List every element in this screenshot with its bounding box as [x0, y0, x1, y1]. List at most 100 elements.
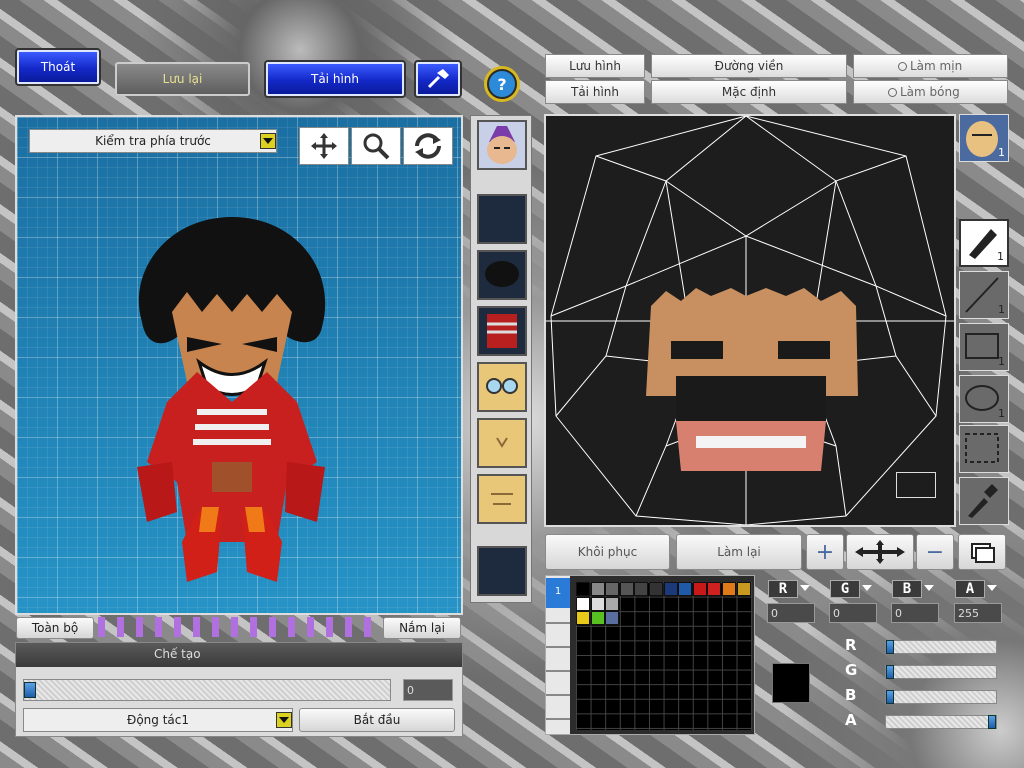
view-select-dropdown-button[interactable]: [260, 133, 276, 149]
tool-eyedropper[interactable]: [959, 477, 1009, 525]
save-image-button[interactable]: Lưu hình: [545, 54, 645, 78]
color-swatch[interactable]: [605, 611, 620, 626]
color-swatch[interactable]: [576, 582, 590, 596]
pan-button[interactable]: [846, 534, 914, 570]
chevron-down-icon[interactable]: [987, 585, 997, 591]
color-swatch[interactable]: [590, 582, 605, 596]
view-select[interactable]: Kiểm tra phía trước: [29, 129, 277, 153]
color-swatch[interactable]: [619, 582, 634, 596]
color-swatch[interactable]: [692, 582, 707, 596]
color-swatch[interactable]: [707, 582, 722, 596]
r-slider-knob[interactable]: [886, 640, 894, 654]
tool-rectangle[interactable]: 1: [959, 323, 1009, 371]
exit-button[interactable]: Thoát: [17, 50, 99, 84]
g-value[interactable]: 0: [829, 603, 877, 623]
chevron-down-icon[interactable]: [800, 585, 810, 591]
color-palette[interactable]: 1: [545, 575, 755, 735]
tool-ellipse[interactable]: 1: [959, 375, 1009, 423]
smooth-radio[interactable]: [898, 61, 907, 71]
tool-count: 1: [998, 146, 1005, 159]
layer-button[interactable]: [958, 534, 1006, 570]
b-slider-knob[interactable]: [886, 690, 894, 704]
g-slider-knob[interactable]: [886, 665, 894, 679]
gloss-option[interactable]: Làm bóng: [853, 80, 1008, 104]
current-color-swatch: [772, 663, 810, 703]
character-model[interactable]: [127, 212, 347, 597]
color-swatch[interactable]: [736, 582, 751, 596]
a-value[interactable]: 255: [954, 603, 1002, 623]
color-swatch[interactable]: [576, 611, 590, 626]
part-thumb-body[interactable]: [477, 306, 527, 356]
g-channel-label: G: [830, 580, 860, 598]
color-swatch[interactable]: [590, 596, 605, 611]
color-swatch[interactable]: [649, 582, 663, 596]
frame-ticks[interactable]: [98, 617, 378, 637]
smooth-label: Làm mịn: [910, 59, 963, 73]
part-thumb-face-b[interactable]: [477, 474, 527, 524]
build-title: Chế tạo: [154, 647, 201, 661]
motion-select-value: Động tác1: [127, 713, 189, 727]
view-select-value: Kiểm tra phía trước: [95, 134, 211, 148]
a-slider-knob[interactable]: [988, 715, 996, 729]
part-thumb-head[interactable]: [477, 120, 527, 170]
swatch-grid[interactable]: [576, 582, 752, 730]
b-value[interactable]: 0: [891, 603, 939, 623]
head-icon: [487, 126, 517, 164]
rotate-button[interactable]: [403, 127, 453, 165]
chevron-down-icon: [263, 138, 273, 144]
color-swatch[interactable]: [576, 596, 590, 611]
smooth-option[interactable]: Làm mịn: [853, 54, 1008, 78]
palette-tab-active[interactable]: 1: [546, 578, 570, 608]
restore-button[interactable]: Khôi phục: [545, 534, 670, 570]
tool-line[interactable]: 1: [959, 271, 1009, 319]
start-button[interactable]: Bắt đầu: [299, 708, 455, 732]
gloss-radio[interactable]: [888, 87, 897, 97]
build-progress-knob[interactable]: [24, 682, 36, 698]
tool-face-thumb[interactable]: 1: [959, 114, 1009, 162]
r-slider[interactable]: [885, 640, 997, 654]
motion-select-dropdown-button[interactable]: [276, 712, 292, 728]
texture-canvas[interactable]: [544, 114, 956, 527]
outline-button[interactable]: Đường viền: [651, 54, 847, 78]
a-slider[interactable]: [885, 715, 997, 729]
all-button[interactable]: Toàn bộ: [16, 617, 94, 639]
r-value[interactable]: 0: [767, 603, 815, 623]
move-button[interactable]: [299, 127, 349, 165]
build-title-bar: Chế tạo: [16, 643, 462, 667]
load-image-button[interactable]: Tải hình: [545, 80, 645, 104]
zoom-out-button[interactable]: −: [916, 534, 954, 570]
color-swatch[interactable]: [722, 582, 736, 596]
motion-select[interactable]: Động tác1: [23, 708, 293, 732]
help-button[interactable]: ?: [484, 66, 520, 102]
part-thumb-empty-1[interactable]: [477, 194, 527, 244]
part-thumb-empty-2[interactable]: [477, 546, 527, 596]
tool-select[interactable]: [959, 425, 1009, 473]
color-swatch[interactable]: [678, 582, 693, 596]
body-icon: [487, 314, 517, 348]
default-button[interactable]: Mặc định: [651, 80, 847, 104]
hammer-button[interactable]: [416, 62, 460, 96]
color-swatch[interactable]: [605, 596, 620, 611]
reload-button[interactable]: Tải hình: [266, 62, 404, 96]
grab-button[interactable]: Nắm lại: [383, 617, 461, 639]
b-slider[interactable]: [885, 690, 997, 704]
chevron-down-icon[interactable]: [924, 585, 934, 591]
chevron-down-icon[interactable]: [862, 585, 872, 591]
zoom-button[interactable]: [351, 127, 401, 165]
color-swatch[interactable]: [663, 582, 678, 596]
save-button[interactable]: Lưu lại: [115, 62, 250, 96]
g-slider[interactable]: [885, 665, 997, 679]
layers-icon: [971, 543, 995, 563]
part-thumb-glasses[interactable]: [477, 362, 527, 412]
redo-button[interactable]: Làm lại: [676, 534, 802, 570]
build-progress[interactable]: [23, 679, 391, 701]
color-swatch[interactable]: [605, 582, 620, 596]
zoom-in-button[interactable]: +: [806, 534, 844, 570]
color-swatch[interactable]: [634, 582, 649, 596]
color-swatch[interactable]: [590, 611, 605, 626]
part-thumb-face-a[interactable]: [477, 418, 527, 468]
preview-panel[interactable]: Kiểm tra phía trước: [15, 115, 463, 615]
mesh-toggle-icon[interactable]: [896, 472, 936, 498]
tool-pen[interactable]: 1: [959, 219, 1009, 267]
part-thumb-hair[interactable]: [477, 250, 527, 300]
